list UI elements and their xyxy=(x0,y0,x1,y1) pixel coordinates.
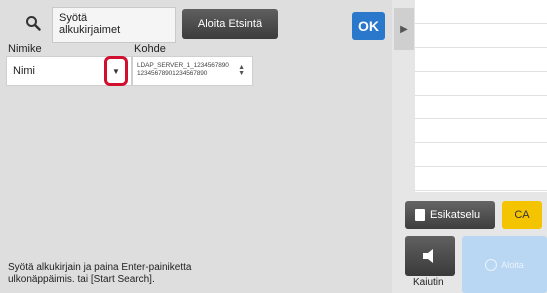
start-icon xyxy=(485,258,498,271)
title-label: Nimike xyxy=(8,43,42,55)
target-select-value: LDAP_SERVER_1_1234567890 123456789012345… xyxy=(137,62,229,78)
title-select-value: Nimi xyxy=(13,65,35,77)
start-button[interactable]: Aloita xyxy=(462,236,547,293)
speaker-icon xyxy=(423,249,433,263)
speaker-label: Kaiutin xyxy=(413,277,444,288)
hint-text: Syötä alkukirjain ja paina Enter-painike… xyxy=(8,262,308,286)
preview-list-row xyxy=(415,143,547,168)
main-panel xyxy=(0,0,392,293)
preview-list-row xyxy=(415,167,547,192)
preview-list xyxy=(415,0,547,192)
search-placeholder-line1: Syötä xyxy=(59,12,88,24)
target-label: Kohde xyxy=(134,43,166,55)
start-button-label: Aloita xyxy=(501,259,524,270)
chevron-down-icon: ▼ xyxy=(112,66,120,76)
search-placeholder-line2: alkukirjaimet xyxy=(59,24,121,36)
search-input[interactable]: Syötä alkukirjaimet xyxy=(52,7,176,43)
hint-line1: Syötä alkukirjain ja paina Enter-painike… xyxy=(8,262,192,273)
speaker-button[interactable] xyxy=(405,236,455,276)
document-icon xyxy=(415,209,425,221)
preview-list-row xyxy=(415,96,547,120)
title-dropdown-button[interactable]: ▼ xyxy=(104,56,128,86)
preview-button-label: Esikatselu xyxy=(430,209,481,221)
hint-line2: ulkonäppäimis. tai [Start Search]. xyxy=(8,274,155,285)
target-line1: LDAP_SERVER_1_1234567890 xyxy=(137,62,229,69)
preview-list-row xyxy=(415,0,547,24)
search-icon[interactable] xyxy=(18,8,48,38)
preview-list-row xyxy=(415,119,547,144)
collapse-arrow-icon: ▶ xyxy=(400,23,408,35)
panel-toggle-tab[interactable]: ▶ xyxy=(394,8,414,50)
ca-button[interactable]: CA xyxy=(502,201,542,229)
target-select[interactable]: LDAP_SERVER_1_1234567890 123456789012345… xyxy=(132,56,253,86)
preview-button[interactable]: Esikatselu xyxy=(405,201,495,229)
ok-button[interactable]: OK xyxy=(352,12,385,40)
target-line2: 12345678901234567890 xyxy=(137,70,208,77)
magnifier-glyph xyxy=(26,16,41,31)
preview-list-row xyxy=(415,72,547,96)
preview-list-row xyxy=(415,24,547,48)
preview-list-row xyxy=(415,48,547,72)
up-down-arrows-icon: ▲ ▼ xyxy=(238,64,245,77)
start-search-button[interactable]: Aloita Etsintä xyxy=(182,9,278,39)
